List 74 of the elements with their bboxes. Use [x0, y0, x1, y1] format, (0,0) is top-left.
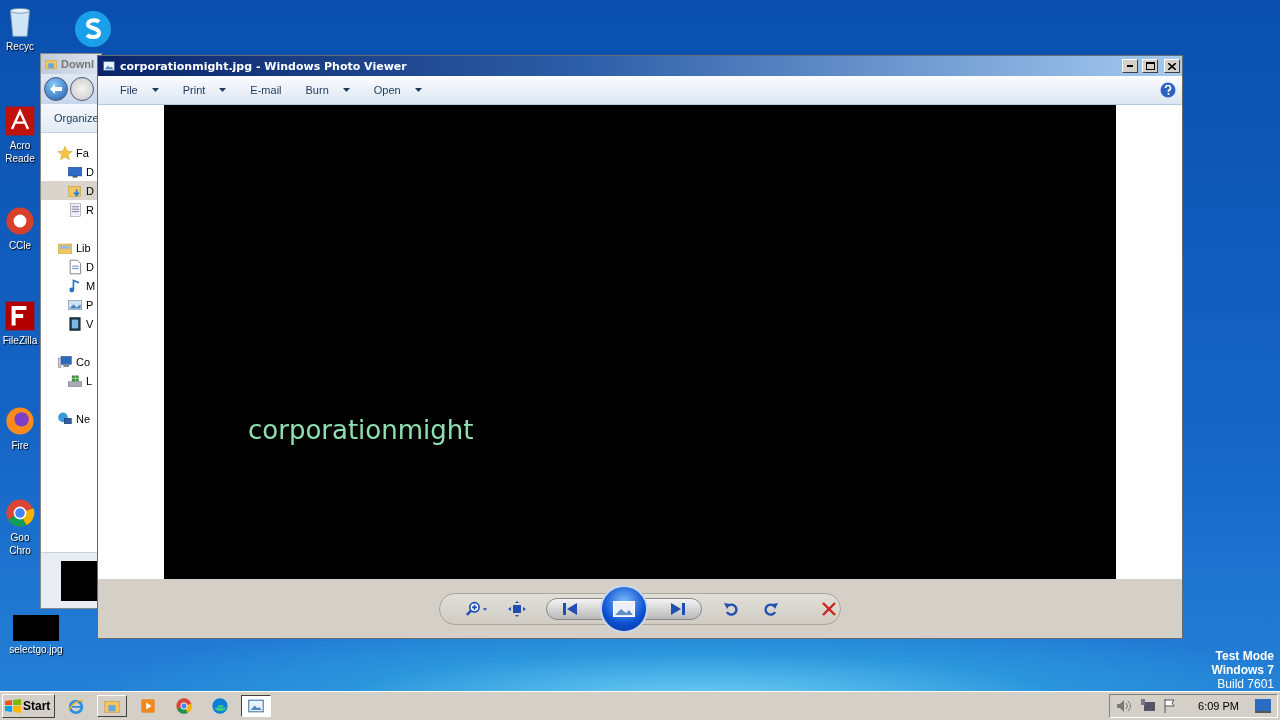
documents-icon: [67, 258, 83, 275]
desktop-icon-label[interactable]: Fire: [11, 439, 29, 452]
menu-item[interactable]: Open: [365, 79, 430, 101]
desktop-icon-label[interactable]: Goo Chro: [9, 531, 31, 557]
photos-icon: [247, 697, 266, 715]
chrome-icon: [175, 697, 194, 715]
nav-item[interactable]: P: [41, 295, 101, 314]
desktop-icon-label[interactable]: Recyc: [6, 40, 34, 53]
caret-icon: [219, 88, 227, 92]
caret-icon: [414, 88, 422, 92]
nav-item[interactable]: Lib: [41, 238, 101, 257]
rotate-left-icon: [724, 600, 738, 617]
minimize-icon: [1127, 65, 1133, 67]
start-button[interactable]: Start: [2, 694, 56, 718]
media-icon: [139, 697, 158, 715]
rotate-right-icon: [764, 600, 778, 617]
windows-logo-icon: [5, 699, 21, 713]
menu-item[interactable]: File: [112, 79, 167, 101]
back-button[interactable]: [44, 77, 68, 101]
slideshow-button[interactable]: [600, 584, 648, 633]
image-text: corporationmight: [248, 415, 474, 445]
file-icon: [13, 615, 59, 641]
menu-item[interactable]: Print: [174, 79, 235, 101]
desktop-icon-label[interactable]: Acro Reade: [5, 139, 35, 165]
close-icon: [822, 601, 836, 616]
photos-icon: [102, 59, 116, 73]
ie-icon: [67, 697, 86, 715]
test-mode-text: Windows 7: [1211, 663, 1274, 677]
caret-icon: [151, 88, 159, 92]
network-icon: [57, 410, 73, 427]
fit-icon: [508, 600, 526, 617]
acrobat-icon: [4, 105, 36, 137]
next-icon: [671, 602, 685, 615]
nav-item[interactable]: D: [41, 162, 101, 181]
computer-icon: [57, 353, 73, 370]
clock[interactable]: 6:09 PM: [1198, 700, 1239, 712]
nav-item[interactable]: L: [41, 371, 101, 390]
speaker-icon[interactable]: [1116, 699, 1133, 713]
maximize-button[interactable]: [1142, 59, 1158, 73]
desktop-icon-label[interactable]: selectgo.jpg: [9, 643, 63, 656]
menu-item[interactable]: E-mail: [242, 79, 290, 101]
caret-icon: [342, 88, 350, 92]
test-mode-text: Test Mode: [1215, 649, 1274, 663]
recent-icon: [67, 201, 83, 218]
nav-item[interactable]: Fa: [41, 143, 101, 162]
maximize-icon: [1145, 62, 1155, 70]
nav-item[interactable]: V: [41, 314, 101, 333]
nav-item[interactable]: R: [41, 200, 101, 219]
test-mode-text: Build 7601: [1217, 677, 1274, 691]
minimize-button[interactable]: [1122, 59, 1138, 73]
nav-item[interactable]: Co: [41, 352, 101, 371]
videos-icon: [67, 315, 83, 332]
filezilla-icon: [4, 300, 36, 332]
skype-icon: [73, 9, 113, 49]
zoom-in-icon: [466, 599, 488, 618]
nav-item[interactable]: D: [41, 257, 101, 276]
close-button[interactable]: [1164, 59, 1180, 73]
desktop-icon-label[interactable]: FileZilla: [2, 334, 38, 347]
arrow-left-icon: [50, 84, 62, 94]
menu-item[interactable]: Burn: [297, 79, 358, 101]
window-title: Downl: [61, 58, 94, 70]
taskbar-app-button[interactable]: [241, 695, 272, 717]
nav-item[interactable]: Ne: [41, 409, 101, 428]
window-title: corporationmight.jpg - Windows Photo Viewer: [120, 59, 408, 73]
help-icon[interactable]: [1160, 82, 1176, 98]
picture-icon: [613, 600, 635, 617]
desktop-icon-label[interactable]: CCle: [8, 239, 32, 252]
chrome-icon: [4, 497, 36, 529]
previous-icon: [563, 602, 577, 615]
forward-button[interactable]: [70, 77, 94, 101]
favorites-icon: [57, 144, 73, 161]
network-icon[interactable]: [1140, 699, 1157, 713]
nav-item[interactable]: M: [41, 276, 101, 295]
close-icon: [1168, 62, 1176, 70]
